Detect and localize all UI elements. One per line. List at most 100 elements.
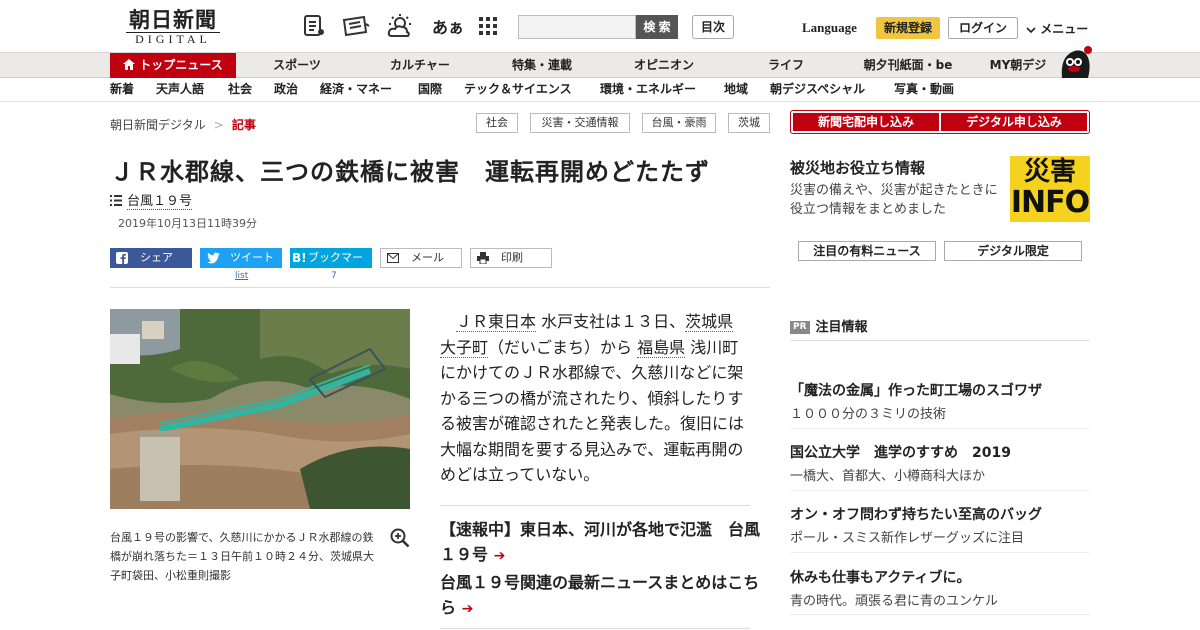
- breadcrumb: 朝日新聞デジタル > 記事: [110, 116, 256, 133]
- divider: [110, 287, 770, 288]
- chevron-down-icon: [1026, 26, 1036, 33]
- menu-button[interactable]: メニュー: [1026, 20, 1088, 37]
- mail-icon: [387, 253, 399, 263]
- delivery-subscribe-button[interactable]: 新聞宅配申し込み: [793, 113, 939, 131]
- print-button[interactable]: 印刷: [470, 248, 552, 268]
- pr-section-title: PR 注目情報: [790, 316, 868, 335]
- nav-my-asadigi[interactable]: MY朝デジ: [984, 53, 1052, 78]
- tag-ibaraki[interactable]: 茨城: [728, 113, 770, 133]
- divider: [790, 340, 1090, 341]
- nav-opinion[interactable]: オピニオン: [622, 53, 706, 78]
- article-photo[interactable]: [110, 309, 410, 509]
- premium-news-button[interactable]: 注目の有料ニュース: [798, 241, 936, 261]
- nav-culture[interactable]: カルチャー: [378, 53, 462, 78]
- nav-life[interactable]: ライフ: [756, 53, 816, 78]
- tag-disaster-traffic[interactable]: 災害・交通情報: [530, 113, 630, 133]
- search-button[interactable]: 検 索: [636, 15, 678, 39]
- list-icon: [110, 195, 122, 206]
- hatena-count: 7: [331, 271, 337, 281]
- disaster-info-badge[interactable]: 災害 INFO: [1010, 156, 1090, 222]
- digital-subscribe-button[interactable]: デジタル申し込み: [941, 113, 1087, 131]
- twitter-share-button[interactable]: ツイート: [200, 248, 282, 268]
- facebook-share-button[interactable]: シェア: [110, 248, 192, 268]
- related-link-summary[interactable]: 台風１９号関連の最新ニュースまとめはこちら ➔: [440, 570, 760, 622]
- photo-caption: 台風１９号の影響で、久慈川にかかるＪＲ水郡線の鉄橋が崩れ落ちた＝１３日午前１０時…: [110, 531, 374, 582]
- pr-item-title[interactable]: オン・オフ問わず持ちたい至高のバッグ: [790, 504, 1042, 524]
- nav-print-edition[interactable]: 朝夕刊紙面・be: [856, 53, 960, 78]
- digital-only-button[interactable]: デジタル限定: [944, 241, 1082, 261]
- register-button[interactable]: 新規登録: [876, 17, 940, 39]
- divider: [790, 490, 1090, 491]
- mascot-icon[interactable]: [1056, 44, 1092, 78]
- tag-society[interactable]: 社会: [476, 113, 518, 133]
- pr-badge: PR: [790, 321, 810, 334]
- primary-nav: トップニュース スポーツ カルチャー 特集・連載 オピニオン ライフ 朝夕刊紙面…: [0, 52, 1200, 78]
- divider: [440, 505, 750, 506]
- font-size-icon[interactable]: あぁ: [432, 14, 464, 38]
- pr-item-title[interactable]: 「魔法の金属」作った町工場のスゴワザ: [790, 380, 1042, 400]
- nav2-environment[interactable]: 環境・エネルギー: [600, 78, 696, 101]
- topic-link[interactable]: 台風１９号: [110, 190, 193, 210]
- disaster-info-desc: 災害の備えや、災害が起きたときに役立つ情報をまとめました: [790, 183, 998, 217]
- nav2-economy[interactable]: 経済・マネー: [320, 78, 392, 101]
- related-link-breaking[interactable]: 【速報中】東日本、河川が各地で氾濫 台風１９号 ➔: [440, 517, 760, 569]
- topic-label: 台風１９号: [127, 194, 193, 210]
- disaster-badge-bottom: INFO: [1010, 185, 1090, 220]
- nav2-international[interactable]: 国際: [418, 78, 442, 101]
- facebook-icon: [116, 252, 128, 264]
- pr-item-sub: ポール・スミス新作レザーグッズに注目: [790, 531, 1025, 546]
- zoom-icon[interactable]: [390, 528, 410, 548]
- language-link[interactable]: Language: [802, 20, 857, 36]
- mail-share-button[interactable]: メール: [380, 248, 462, 268]
- nav-top-news[interactable]: トップニュース: [110, 53, 236, 78]
- news-list-icon[interactable]: [302, 14, 326, 38]
- breadcrumb-current: 記事: [231, 118, 256, 132]
- tag-typhoon[interactable]: 台風・豪雨: [642, 113, 716, 133]
- search-input[interactable]: [518, 15, 636, 39]
- disaster-badge-top: 災害: [1023, 157, 1076, 187]
- pr-item-sub: 一橋大、首都大、小樽商科大ほか: [790, 469, 986, 484]
- link-ibaraki[interactable]: 茨城県: [685, 312, 734, 332]
- link-fukushima[interactable]: 福島県: [637, 337, 686, 358]
- nav-sports[interactable]: スポーツ: [262, 53, 332, 78]
- arrow-right-icon: ➔: [461, 601, 474, 617]
- nav2-special[interactable]: 朝デジスペシャル: [770, 78, 865, 101]
- nav2-photo-video[interactable]: 写真・動画: [894, 78, 954, 101]
- hatena-icon: B!: [292, 251, 307, 265]
- article-title: ＪＲ水郡線、三つの鉄橋に被害 運転再開めどたたず: [110, 158, 710, 186]
- print-icon: [477, 252, 489, 264]
- grid-menu-icon[interactable]: [478, 14, 498, 38]
- nav2-latest[interactable]: 新着: [110, 78, 134, 101]
- breadcrumb-separator: >: [213, 118, 224, 132]
- divider: [790, 614, 1090, 615]
- nav2-politics[interactable]: 政治: [274, 78, 298, 101]
- site-header: 朝日新聞 DIGITAL あぁ 検 索 目次 Language 新規登録 ログイ…: [0, 0, 1200, 52]
- twitter-count[interactable]: list: [235, 271, 248, 281]
- divider: [790, 428, 1090, 429]
- weather-icon[interactable]: [386, 14, 414, 38]
- arrow-right-icon: ➔: [493, 548, 506, 564]
- nav2-tenseijingo[interactable]: 天声人語: [156, 78, 204, 101]
- divider: [790, 552, 1090, 553]
- twitter-icon: [207, 252, 220, 264]
- login-button[interactable]: ログイン: [948, 17, 1018, 39]
- link-daigo[interactable]: 大子町: [440, 337, 489, 358]
- home-icon: [123, 59, 136, 70]
- disaster-info-title[interactable]: 被災地お役立ち情報: [790, 157, 925, 178]
- publish-date: 2019年10月13日11時39分: [118, 217, 257, 230]
- nav-features[interactable]: 特集・連載: [500, 53, 584, 78]
- pr-item-title[interactable]: 休みも仕事もアクティブに。: [790, 567, 970, 587]
- nav2-regional[interactable]: 地域: [724, 78, 748, 101]
- breadcrumb-home[interactable]: 朝日新聞デジタル: [110, 118, 206, 132]
- link-jr-east[interactable]: ＪＲ東日本: [456, 312, 537, 332]
- nav2-society[interactable]: 社会: [228, 78, 252, 101]
- newspaper-icon[interactable]: [342, 14, 370, 38]
- toc-button[interactable]: 目次: [692, 15, 734, 39]
- secondary-nav: 新着 天声人語 社会 政治 経済・マネー 国際 テック＆サイエンス 環境・エネル…: [0, 78, 1200, 102]
- asahi-digital-logo[interactable]: 朝日新聞 DIGITAL: [118, 8, 228, 46]
- hatena-bookmark-button[interactable]: B! ブックマーク: [290, 248, 372, 284]
- logo-sub: DIGITAL: [126, 32, 220, 46]
- nav2-tech-science[interactable]: テック＆サイエンス: [464, 78, 572, 101]
- subscribe-buttons: 新聞宅配申し込み デジタル申し込み: [790, 110, 1090, 134]
- pr-item-title[interactable]: 国公立大学 進学のすすめ 2019: [790, 442, 1011, 462]
